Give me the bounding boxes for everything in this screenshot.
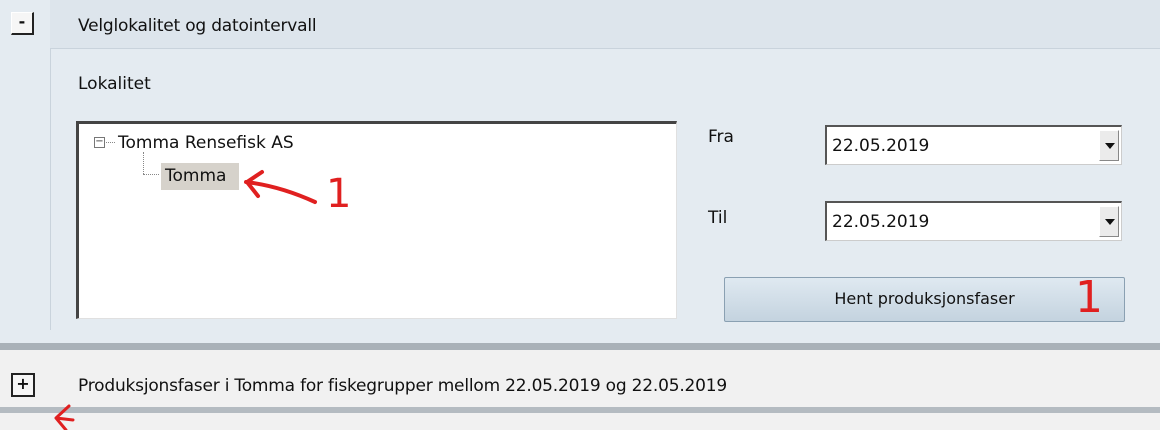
arrow-annotation-bottom (54, 404, 75, 430)
annotation-number-1: 1 (326, 171, 352, 217)
annotation-layer (54, 170, 317, 430)
annotation-number-1-button: 1 (1075, 272, 1103, 323)
